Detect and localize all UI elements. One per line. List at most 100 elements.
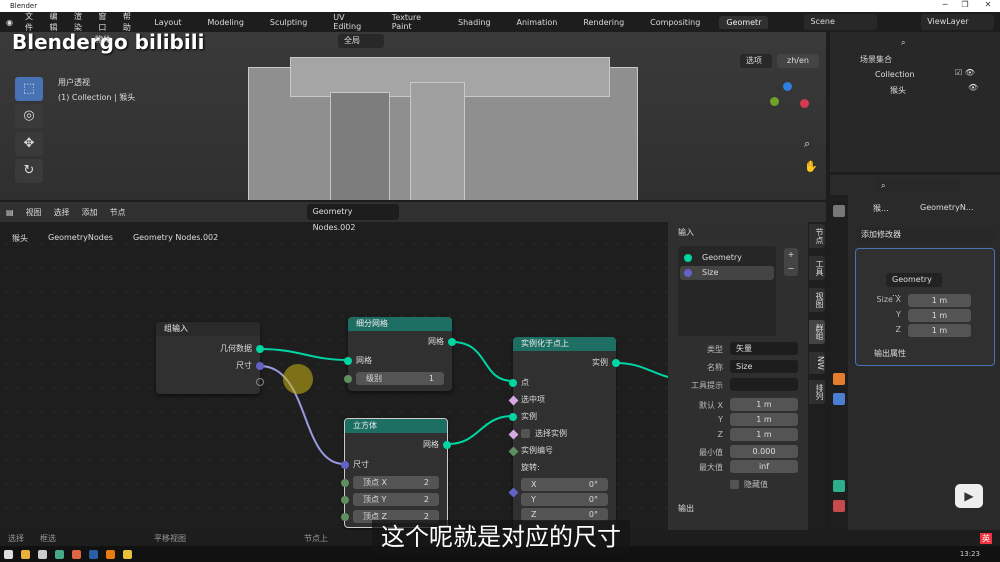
gizmo-x-axis[interactable] [800,99,809,108]
options-dropdown[interactable]: 选项 [740,54,772,68]
gizmo-z-axis[interactable] [783,82,792,91]
windows-start-icon[interactable] [4,549,13,559]
rotation-x-field[interactable]: X 0° [521,478,608,491]
tab-sculpting[interactable]: Sculpting [263,16,314,29]
socket-instances-out[interactable] [612,359,620,367]
minimize-button[interactable]: ─ [935,0,955,9]
menu-file[interactable]: 文件 [25,11,37,33]
tab-modeling[interactable]: Modeling [201,16,251,29]
tab-arrange[interactable]: 排列 [809,380,825,404]
node-group-selector[interactable]: Geometry ... [886,273,942,298]
size-y-field[interactable]: 1 m [908,309,971,322]
properties-search-input[interactable]: ⌕ [875,178,960,191]
inputs-panel-title[interactable]: 输入 [678,227,694,238]
close-button[interactable]: ✕ [978,0,998,9]
outliner-search-input[interactable]: ⌕ [895,35,980,48]
visibility-eye-icon[interactable]: ☑ 👁 [955,68,975,77]
menu-edit[interactable]: 编辑 [49,11,61,33]
select-box-tool-icon[interactable]: ⬚ [15,77,43,101]
cursor-tool-icon[interactable]: ◎ [15,104,43,128]
tab-nw[interactable]: NW [809,352,825,374]
min-field[interactable]: 0.000 [730,445,798,458]
socket-size[interactable] [256,362,264,370]
tab-compositing[interactable]: Compositing [643,16,707,29]
add-modifier-dropdown[interactable]: 添加修改器 [855,227,995,243]
view-layer-selector[interactable]: ViewLayer [921,14,995,30]
max-field[interactable]: inf [730,460,798,473]
socket-mesh-out[interactable] [448,338,456,346]
size-z-field[interactable]: 1 m [908,324,971,337]
menu-render[interactable]: 渲染 [74,11,86,33]
socket-instance[interactable] [509,413,517,421]
outliner-scene-collection[interactable]: 场景集合 [860,54,892,65]
rotate-tool-icon[interactable]: ↻ [15,159,43,183]
zoom-icon[interactable]: ⌕ [804,137,810,151]
vertices-y-field[interactable]: 顶点 Y 2 [353,493,439,506]
hide-value-checkbox[interactable] [730,480,739,489]
tab-shading[interactable]: Shading [451,16,498,29]
output-attributes-toggle[interactable]: 输出属性 [874,348,906,359]
socket-item-size[interactable]: Size [702,268,718,277]
socket-vertices-y[interactable] [341,496,349,504]
default-z-field[interactable]: 1 m [730,428,798,441]
socket-item-geometry[interactable]: Geometry [702,253,742,262]
ime-indicator[interactable]: 英 [980,532,992,544]
default-x-field[interactable]: 1 m [730,398,798,411]
transform-orientation[interactable]: 全局 [338,34,384,48]
menu-window[interactable]: 窗口 [98,11,110,33]
visibility-eye-icon[interactable]: 👁 [968,83,978,92]
tab-node[interactable]: 节点 [809,224,825,248]
outliner-collection[interactable]: Collection [875,70,915,79]
lang-toggle-button[interactable]: zh/en [777,54,819,68]
socket-vertices-x[interactable] [341,479,349,487]
object-tab-icon[interactable] [833,373,845,385]
node-subdivide-mesh[interactable]: 细分网格 网格 网格 级别 1 [344,317,456,391]
tab-group[interactable]: 群组 [809,320,825,344]
node-group-input[interactable]: 组输入 几何数据 尺寸 [156,322,264,394]
gizmo-y-axis[interactable] [770,97,779,106]
modifier-wrench-icon[interactable] [833,393,845,405]
maximize-button[interactable]: ❐ [955,0,975,9]
taskbar-app-icon[interactable] [55,549,64,559]
socket-level[interactable] [344,375,352,383]
outliner-object[interactable]: 猴头 [890,85,906,96]
taskbar-app-icon[interactable] [21,549,30,559]
tooltip-input[interactable] [730,378,798,391]
outputs-panel-title[interactable]: 输出 [678,503,694,514]
default-y-field[interactable]: 1 m [730,413,798,426]
rotation-y-field[interactable]: Y 0° [521,493,608,506]
menu-object[interactable]: 物体 [95,34,111,45]
tab-tool[interactable]: 工具 [809,256,825,280]
material-icon[interactable] [833,500,845,512]
tab-layout[interactable]: Layout [147,16,188,29]
node-cube[interactable]: 立方体 网格 尺寸 顶点 X2 顶点 Y2 顶点 Z2 [341,418,451,528]
taskbar-app-icon[interactable] [72,549,81,559]
tab-uv-editing[interactable]: UV Editing [326,11,373,33]
3d-viewport[interactable]: Blendergo bilibili 物体 全局 ⬚ ◎ ✥ ↻ 用户透视 (1… [0,32,826,200]
blender-logo-icon[interactable]: ◉ [6,18,13,27]
tab-animation[interactable]: Animation [510,16,565,29]
socket-empty[interactable] [256,378,264,386]
taskbar-app-icon[interactable] [89,549,98,559]
scene-selector[interactable]: Scene [804,14,878,30]
socket-points[interactable] [509,379,517,387]
tab-rendering[interactable]: Rendering [576,16,631,29]
name-input[interactable]: Size [730,360,798,373]
socket-vertices-z[interactable] [341,513,349,521]
taskbar-app-icon[interactable] [123,549,132,559]
menu-help[interactable]: 帮助 [123,11,135,33]
move-tool-icon[interactable]: ✥ [15,132,43,156]
socket-mesh-out[interactable] [443,441,451,449]
blender-taskbar-icon[interactable] [106,549,115,559]
tab-geometry-nodes[interactable]: Geometr [719,15,769,29]
pan-hand-icon[interactable]: ✋ [804,160,818,173]
tab-view[interactable]: 视图 [809,288,825,312]
taskbar-app-icon[interactable] [38,549,47,559]
node-instance-on-points[interactable]: 实例化于点上 实例 点 选中项 实例 选择实例 实例编号 旋转: X 0° Y 0°… [508,337,620,530]
socket-geometry[interactable] [256,345,264,353]
socket-mesh-in[interactable] [344,357,352,365]
tool-tab-icon[interactable] [833,205,845,217]
vertices-x-field[interactable]: 顶点 X 2 [353,476,439,489]
size-x-field[interactable]: 1 m [908,294,971,307]
add-remove-socket-buttons[interactable]: + − [784,248,798,276]
